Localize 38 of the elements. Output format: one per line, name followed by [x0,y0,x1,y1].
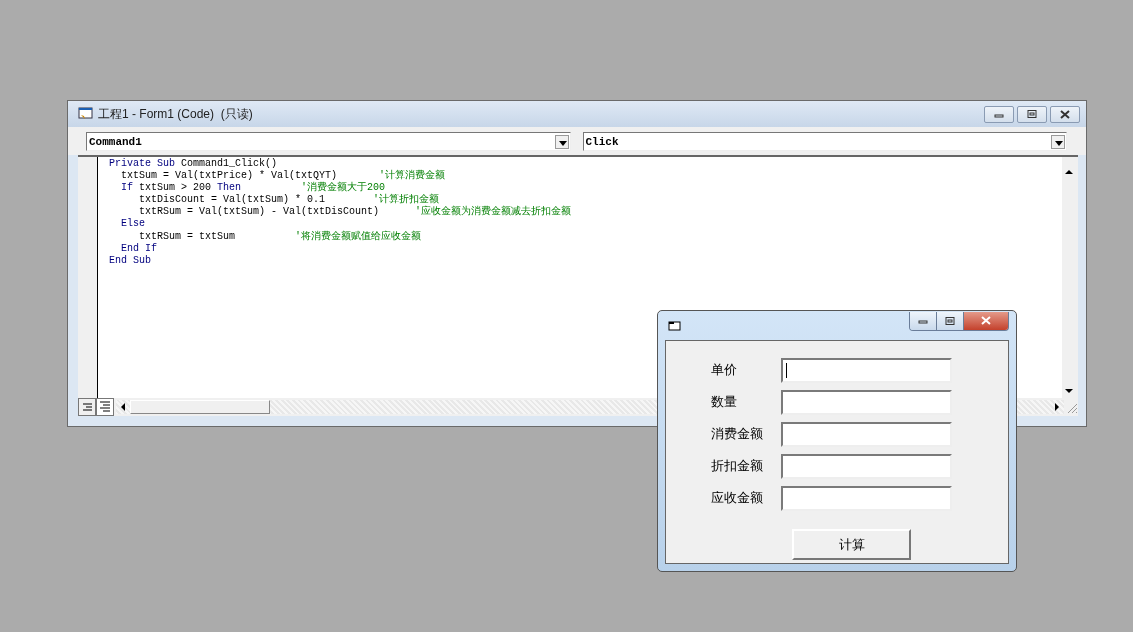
object-dropdown[interactable]: Command1 [86,132,571,151]
scrollbar-thumb[interactable] [130,400,270,414]
code-line: End Sub [109,254,151,267]
field-label: 单价 [711,361,738,379]
form-icon [668,319,682,332]
minimize-button[interactable] [910,311,937,330]
restore-icon [1027,110,1037,118]
code-line: If txtSum > 200 Then '消费金额大于200 [120,182,386,194]
procedure-dropdown[interactable]: Click [582,132,1067,151]
field-label: 消费金额 [711,425,764,443]
code-line: txtRSum = Val(txtSum) - Val(txtDisCount) '应收金额为消费金额减去折扣金额 [138,206,572,218]
code-window-icon [78,107,94,121]
close-button[interactable] [964,311,1008,330]
restore-icon [945,316,955,325]
maximize-button[interactable] [937,311,964,330]
field-label: 数量 [711,393,738,411]
code-line: txtDisCount = Val(txtSum) * 0.1 '计算折扣金额 [138,194,440,206]
code-line: txtRSum = txtSum '将消费金额赋值给应收金额 [138,230,422,243]
field-label: 应收金额 [711,489,764,507]
input-field[interactable] [781,357,952,383]
vertical-scrollbar[interactable] [1062,157,1078,398]
calculate-button[interactable]: 计算 [792,529,911,560]
code-line: txtSum = Val(txtPrice) * Val(txtQYT) '计算消费金额 [120,170,446,182]
full-module-view-icon[interactable] [96,398,114,416]
procedure-view-icon[interactable] [78,398,96,416]
input-field[interactable] [781,389,952,415]
close-button[interactable] [1050,105,1080,123]
input-field[interactable] [781,453,952,479]
field-label: 折扣金额 [711,457,764,475]
close-icon [1059,109,1071,119]
close-icon [980,316,992,325]
code-line: Else [120,218,145,231]
input-field[interactable] [781,485,952,511]
maximize-button[interactable] [1017,105,1047,123]
window-title: 工程1 - Form1 (Code) (只读) [98,105,253,123]
code-line: Private Sub Command1_Click() [109,158,278,170]
input-field[interactable] [781,421,952,447]
code-line: End If [120,242,157,255]
